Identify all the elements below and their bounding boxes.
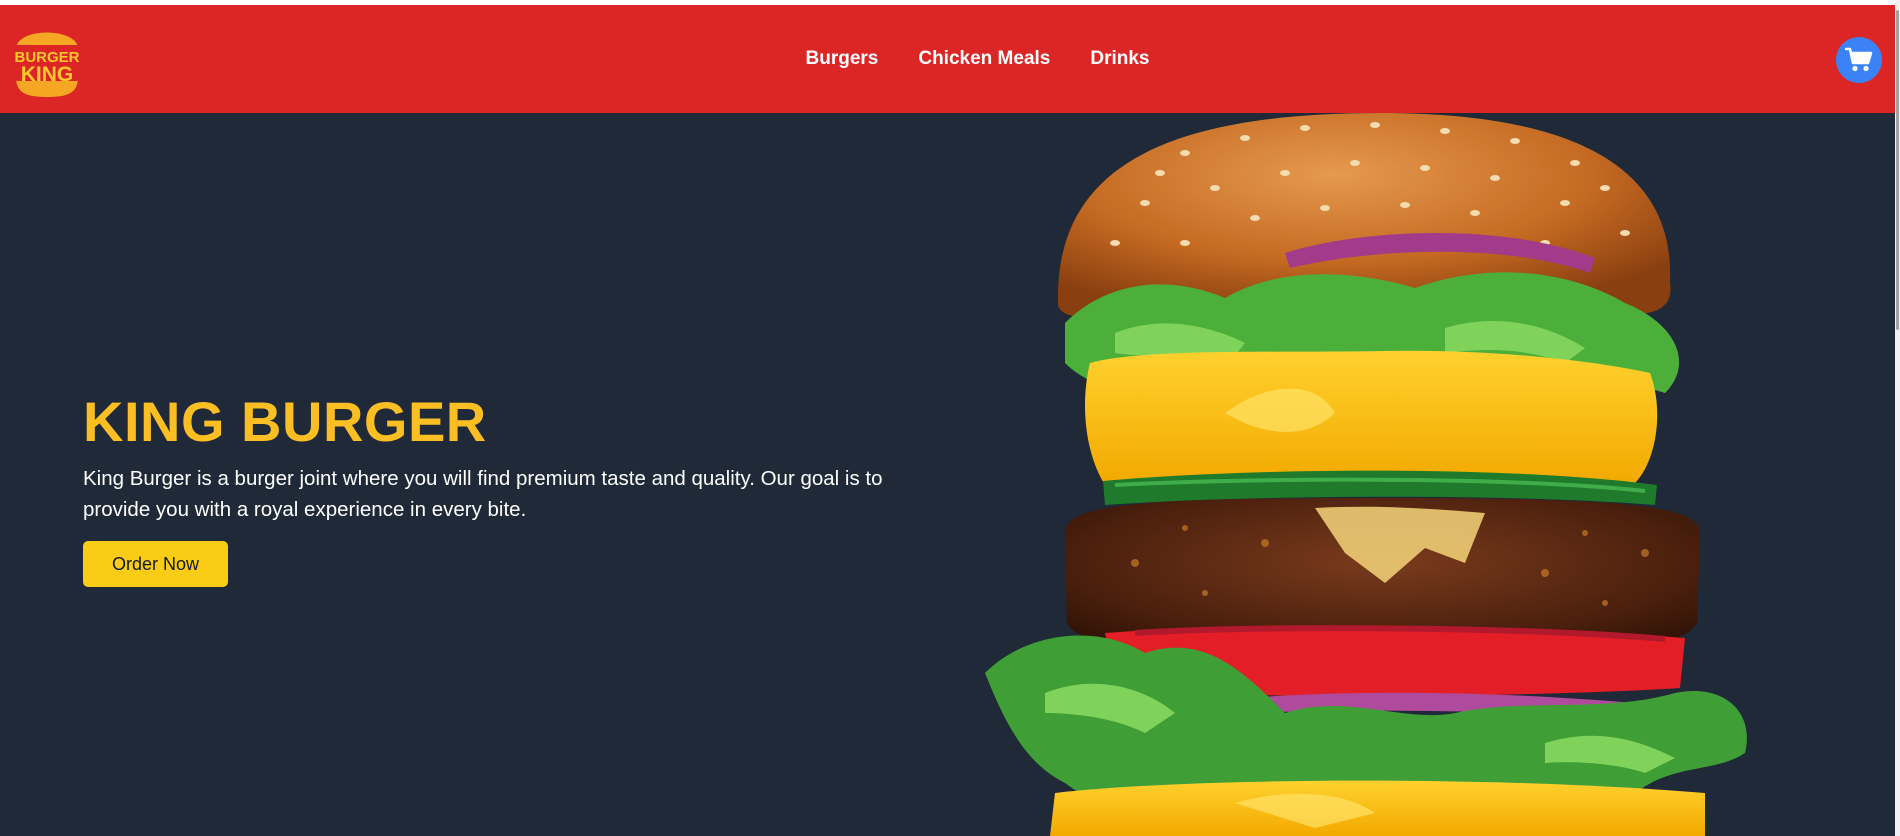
cart-icon: [1845, 47, 1873, 72]
cart-button[interactable]: [1836, 37, 1882, 83]
nav-link-chicken-meals[interactable]: Chicken Meals: [918, 48, 1050, 70]
scrollbar-thumb[interactable]: [1896, 10, 1899, 330]
burger-image: [985, 113, 1775, 836]
hero-title: KING BURGER: [83, 390, 487, 453]
scrollbar[interactable]: [1895, 0, 1900, 836]
nav-link-burgers[interactable]: Burgers: [806, 48, 879, 70]
order-now-button[interactable]: Order Now: [83, 541, 228, 587]
main-nav: Burgers Chicken Meals Drinks: [0, 5, 1895, 113]
navbar: BURGER KING Burgers Chicken Meals Drinks: [0, 5, 1895, 113]
hero-section: KING BURGER King Burger is a burger join…: [0, 113, 1895, 836]
hero-description: King Burger is a burger joint where you …: [83, 467, 883, 521]
nav-link-drinks[interactable]: Drinks: [1090, 48, 1149, 70]
